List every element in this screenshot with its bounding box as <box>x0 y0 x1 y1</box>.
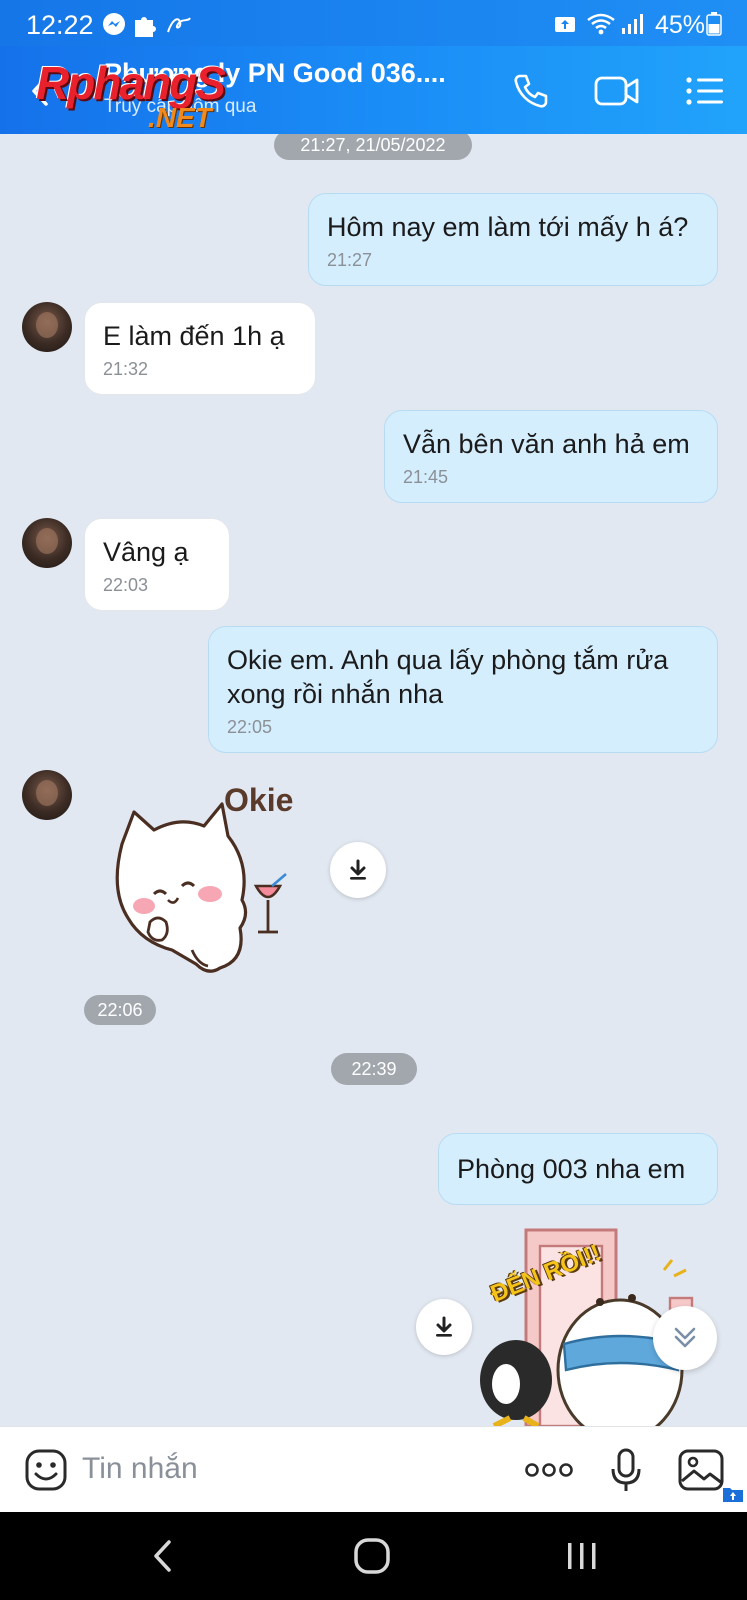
message-input-bar <box>0 1426 747 1512</box>
video-call-button[interactable] <box>592 66 642 116</box>
folder-badge-icon <box>722 1485 744 1508</box>
download-icon <box>350 859 366 880</box>
call-button[interactable] <box>506 66 556 116</box>
message-time: 21:45 <box>403 467 449 487</box>
download-button[interactable] <box>416 1299 472 1355</box>
status-bar: 12:22 45% <box>0 0 747 46</box>
message-text: Vẫn bên văn anh hả em <box>403 429 690 459</box>
date-separator: 21:27, 21/05/2022 <box>274 134 472 160</box>
message-text: Hôm nay em làm tới mấy h á? <box>327 212 689 242</box>
watermark-logo: RphangS .NET <box>34 56 274 136</box>
nav-back-button[interactable] <box>132 1534 192 1578</box>
image-button[interactable] <box>676 1445 726 1495</box>
chat-header: Phương ly PN Good 036.... Truy cập hôm q… <box>0 46 747 134</box>
nav-home-button[interactable] <box>342 1534 402 1578</box>
contact-avatar[interactable] <box>22 518 72 568</box>
message-time: 22:03 <box>103 575 149 595</box>
system-navigation-bar <box>0 1512 747 1600</box>
message-outgoing[interactable]: Hôm nay em làm tới mấy h á? 21:27 <box>308 193 718 286</box>
chat-area[interactable]: 21:27, 21/05/2022 Hôm nay em làm tới mấy… <box>0 134 747 1426</box>
signature-icon <box>166 12 192 41</box>
phone-icon <box>514 74 548 108</box>
microphone-icon <box>611 1448 641 1491</box>
time-separator: 22:39 <box>331 1053 417 1085</box>
message-text: Okie em. Anh qua lấy phòng tắm rửa xong … <box>227 645 669 709</box>
message-time: 22:05 <box>227 717 273 737</box>
ellipsis-icon <box>525 1463 573 1477</box>
menu-button[interactable] <box>680 66 730 116</box>
recents-icon <box>568 1543 596 1569</box>
home-icon <box>354 1538 390 1574</box>
message-input[interactable] <box>82 1449 462 1489</box>
double-chevron-down-icon <box>674 1327 696 1348</box>
more-button[interactable] <box>524 1445 574 1495</box>
messenger-icon <box>102 12 126 41</box>
sticker-caption: Okie <box>224 782 294 818</box>
message-text: Vâng ạ <box>103 537 189 567</box>
wifi-icon <box>586 12 616 41</box>
watermark-suffix: .NET <box>148 102 212 133</box>
list-icon <box>686 77 723 105</box>
scroll-to-bottom-button[interactable] <box>653 1306 717 1370</box>
sticker-time: 22:06 <box>84 995 156 1025</box>
chevron-left-icon <box>154 1540 171 1572</box>
battery-level: 45% <box>654 11 705 39</box>
message-text: E làm đến 1h ạ <box>103 321 285 351</box>
message-time: 21:32 <box>103 359 149 379</box>
nav-recents-button[interactable] <box>552 1534 612 1578</box>
message-outgoing[interactable]: Vẫn bên văn anh hả em 21:45 <box>384 410 718 503</box>
message-incoming[interactable]: E làm đến 1h ạ 21:32 <box>84 302 316 395</box>
battery-icon <box>706 12 722 41</box>
voice-button[interactable] <box>606 1445 646 1495</box>
signal-icon <box>620 12 644 41</box>
message-incoming[interactable]: Vâng ạ 22:03 <box>84 518 230 611</box>
message-text: Phòng 003 nha em <box>457 1154 686 1184</box>
download-icon <box>436 1316 452 1337</box>
download-button[interactable] <box>330 842 386 898</box>
message-outgoing[interactable]: Okie em. Anh qua lấy phòng tắm rửa xong … <box>208 626 718 753</box>
emoji-button[interactable] <box>22 1445 70 1495</box>
sticker-okie-cat[interactable]: Okie <box>100 782 320 992</box>
puzzle-icon <box>132 12 158 43</box>
smiley-icon <box>25 1449 67 1491</box>
image-icon <box>678 1449 724 1491</box>
status-time: 12:22 <box>26 10 94 40</box>
contact-avatar[interactable] <box>22 770 72 820</box>
message-outgoing[interactable]: Phòng 003 nha em <box>438 1133 718 1205</box>
contact-avatar[interactable] <box>22 302 72 352</box>
video-icon <box>594 76 639 106</box>
upload-icon <box>554 12 576 39</box>
message-time: 21:27 <box>327 250 373 270</box>
